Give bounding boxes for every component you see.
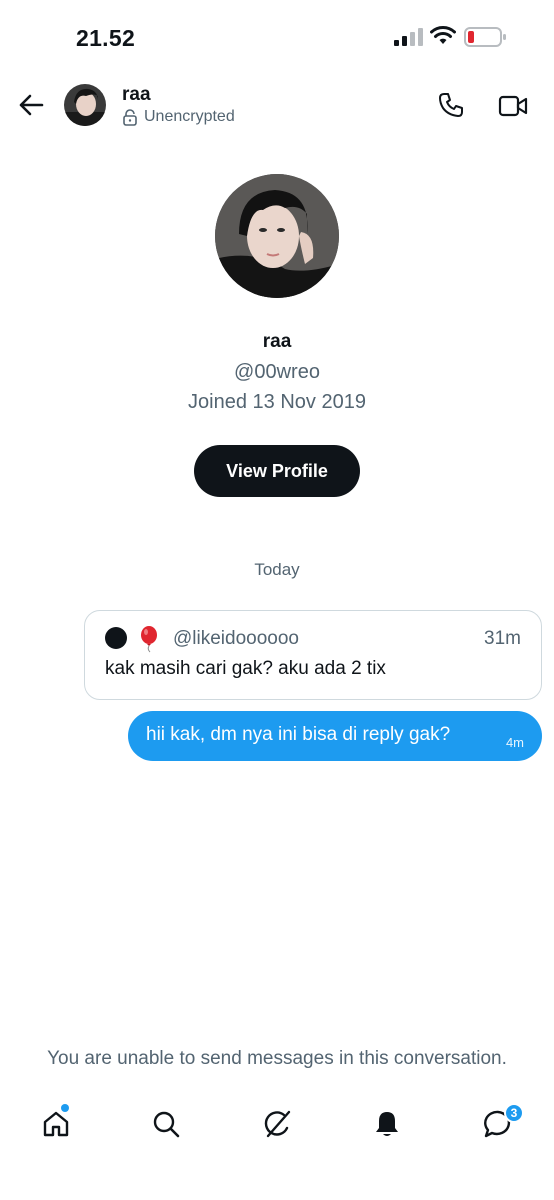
lock-icon xyxy=(123,109,137,126)
video-camera-icon[interactable] xyxy=(498,94,528,118)
quoted-time: 31m xyxy=(484,628,521,649)
signal-icon xyxy=(394,28,423,46)
status-time: 21.52 xyxy=(76,25,136,51)
quoted-text: kak masih cari gak? aku ada 2 tix xyxy=(105,658,386,679)
profile-joined-date: Joined 13 Nov 2019 xyxy=(188,391,366,413)
profile-avatar[interactable] xyxy=(215,174,339,298)
home-notification-dot xyxy=(61,1104,69,1112)
home-icon[interactable] xyxy=(41,1109,71,1139)
sent-message-time: 4m xyxy=(505,735,524,750)
phone-icon[interactable] xyxy=(438,92,464,118)
unable-to-send-notice: You are unable to send messages in this … xyxy=(47,1048,507,1069)
status-bar: 21.52 xyxy=(0,0,554,70)
quoted-handle: @likeidoooooo xyxy=(173,628,299,649)
sent-message-bubble[interactable]: hii kak, dm nya ini bisa di reply gak? 4… xyxy=(128,711,542,761)
header-avatar[interactable] xyxy=(64,84,106,126)
profile-name: raa xyxy=(262,331,292,352)
conversation-header: raa Unencrypted xyxy=(0,70,554,140)
bell-icon[interactable] xyxy=(372,1109,402,1139)
view-profile-button[interactable]: View Profile xyxy=(194,445,360,497)
quoted-message-card[interactable]: @likeidoooooo 31m kak masih cari gak? ak… xyxy=(84,610,542,700)
sent-message-text: hii kak, dm nya ini bisa di reply gak? xyxy=(146,724,451,745)
battery-icon xyxy=(464,27,506,47)
quoted-user-avatar xyxy=(105,627,127,649)
date-divider: Today xyxy=(254,560,300,579)
messages-badge: 3 xyxy=(504,1103,524,1123)
encryption-status: Unencrypted xyxy=(144,108,235,125)
profile-handle: @00wreo xyxy=(234,361,320,383)
grok-icon[interactable] xyxy=(262,1109,292,1139)
search-icon[interactable] xyxy=(151,1109,181,1139)
back-arrow-icon[interactable] xyxy=(18,92,44,118)
header-name[interactable]: raa xyxy=(122,84,151,106)
balloon-emoji-icon xyxy=(141,626,157,653)
bottom-nav: 3 xyxy=(0,1095,554,1200)
wifi-icon xyxy=(430,26,456,44)
